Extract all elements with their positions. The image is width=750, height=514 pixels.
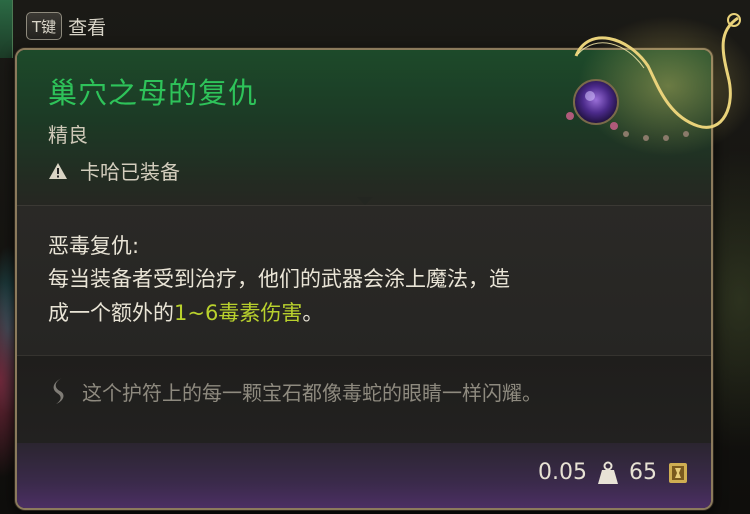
equipped-by-label: 卡哈已装备 — [80, 160, 180, 184]
left-ui-edge — [0, 0, 13, 58]
flavor-row: 这个护符上的每一颗宝石都像毒蛇的眼睛一样闪耀。 — [48, 376, 542, 406]
inspect-hint: T键 查看 — [26, 12, 106, 40]
item-tooltip: 巢穴之母的复仇 精良 卡哈已装备 恶毒复仇: 每当装备者受到治疗，他们的武器会涂… — [15, 48, 713, 510]
section-divider-notch — [357, 347, 373, 355]
item-stats: 0.05 65 — [538, 460, 689, 485]
flavor-text: 这个护符上的每一颗宝石都像毒蛇的眼睛一样闪耀。 — [82, 380, 542, 405]
warning-icon — [48, 161, 68, 181]
gold-icon — [667, 461, 689, 485]
inspect-hint-label: 查看 — [68, 16, 107, 39]
equipped-status: 卡哈已装备 — [48, 156, 180, 185]
weight-value: 0.05 — [538, 460, 587, 485]
passive-name: 恶毒复仇: — [48, 234, 140, 258]
gold-value: 65 — [629, 460, 657, 485]
passive-desc-end: 。 — [302, 301, 324, 325]
scroll-icon — [48, 376, 72, 406]
item-rarity: 精良 — [48, 123, 88, 147]
item-name: 巢穴之母的复仇 — [48, 76, 259, 110]
section-divider-notch — [357, 197, 373, 205]
passive-damage: 1~6毒素伤害 — [174, 301, 303, 325]
passive-description: 每当装备者受到治疗，他们的武器会涂上魔法，造成一个额外的1~6毒素伤害。 — [48, 262, 528, 330]
weight-icon — [597, 461, 619, 485]
key-badge[interactable]: T键 — [26, 12, 63, 40]
